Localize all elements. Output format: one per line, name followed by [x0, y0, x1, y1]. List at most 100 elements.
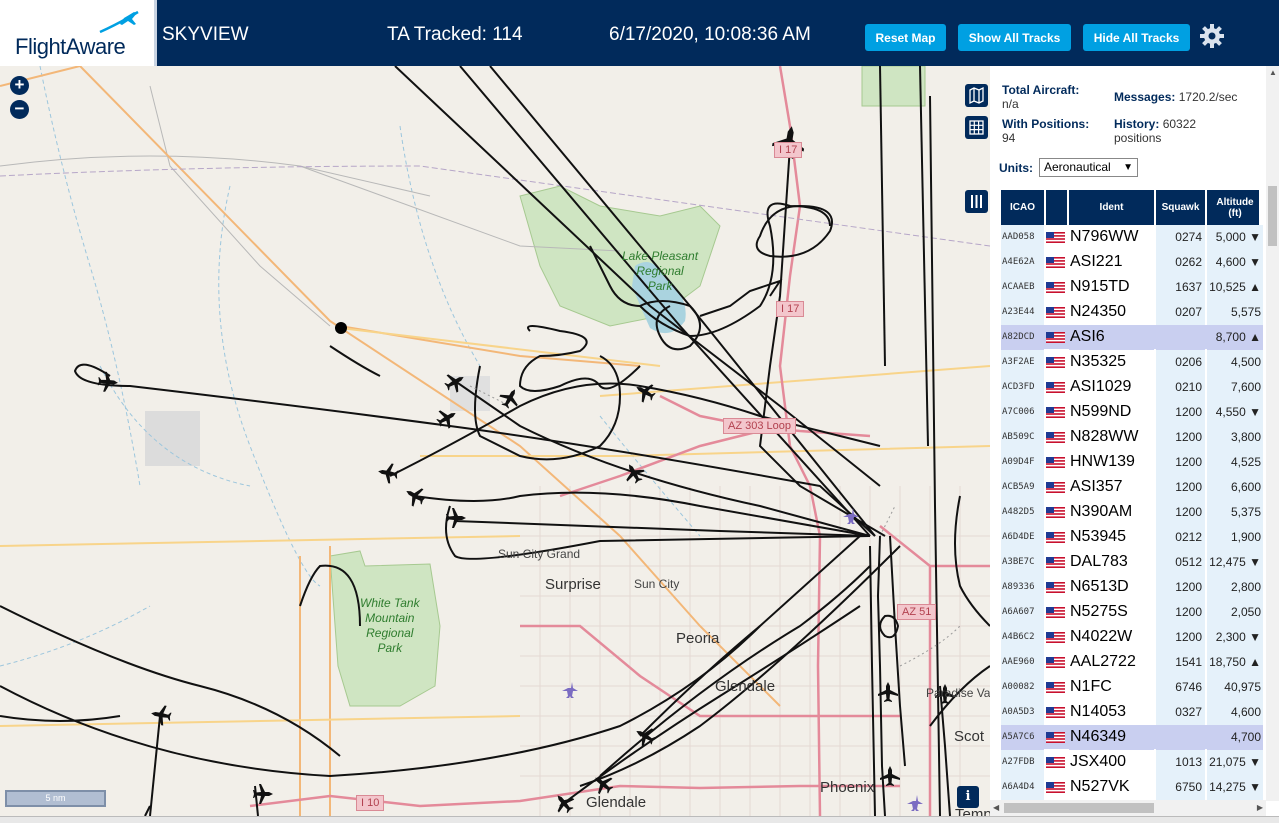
sidebar: Total Aircraft: n/a With Positions: 94 Mes… — [990, 66, 1279, 816]
aircraft-icon[interactable] — [149, 703, 173, 727]
aircraft-icon[interactable] — [97, 371, 119, 393]
table-row[interactable]: A3F2AE N35325 0206 4,500 — [1001, 350, 1263, 375]
table-row[interactable]: ACAAEB N915TD 1637 10,525 ▲ — [1001, 275, 1263, 300]
icao-cell: A5A7C6 — [1001, 725, 1044, 750]
table-row[interactable]: A82DCD ASI6 8,700 ▲ — [1001, 325, 1263, 350]
hide-all-tracks-button[interactable]: Hide All Tracks — [1083, 24, 1190, 51]
table-row[interactable]: A4E62A ASI221 0262 4,600 ▼ — [1001, 250, 1263, 275]
us-flag-icon — [1046, 507, 1065, 518]
aircraft-icon[interactable] — [631, 722, 659, 750]
grid-toggle-button[interactable] — [965, 116, 988, 139]
gear-icon[interactable] — [1198, 22, 1226, 50]
zoom-out-button[interactable]: − — [10, 100, 29, 119]
ident-cell: ASI357 — [1069, 475, 1154, 500]
ident-cell: N24350 — [1069, 300, 1154, 325]
horizontal-scrollbar[interactable]: ◀ ▶ — [990, 800, 1266, 816]
table-row[interactable]: A6D4DE N53945 0212 1,900 — [1001, 525, 1263, 550]
aircraft-icon[interactable] — [620, 459, 648, 487]
tracked-count: TA Tracked: 114 — [387, 24, 523, 45]
aircraft-icon[interactable] — [433, 404, 461, 432]
flag-cell — [1046, 675, 1067, 700]
aircraft-icon[interactable] — [441, 368, 469, 396]
table-row[interactable]: A7C006 N599ND 1200 4,550 ▼ — [1001, 400, 1263, 425]
flag-cell — [1046, 250, 1067, 275]
table-row[interactable]: A0A5D3 N14053 0327 4,600 — [1001, 700, 1263, 725]
icao-cell: AAE960 — [1001, 650, 1044, 675]
icao-cell: ACAAEB — [1001, 275, 1044, 300]
table-row[interactable]: ACD3FD ASI1029 0210 7,600 — [1001, 375, 1263, 400]
scroll-right-icon[interactable]: ▶ — [1257, 803, 1263, 812]
table-row[interactable]: A89336 N6513D 1200 2,800 — [1001, 575, 1263, 600]
table-row[interactable]: A23E44 N24350 0207 5,575 — [1001, 300, 1263, 325]
ident-cell: N6513D — [1069, 575, 1154, 600]
city-label: Paradise Vale — [926, 686, 990, 700]
us-flag-icon — [1046, 632, 1065, 643]
us-flag-icon — [1046, 432, 1065, 443]
squawk-cell: 6750 — [1156, 775, 1205, 800]
aircraft-icon[interactable] — [446, 508, 466, 528]
column-header-squawk[interactable]: Squawk — [1156, 190, 1207, 225]
aircraft-icon[interactable] — [496, 384, 524, 412]
table-row[interactable]: ACB5A9 ASI357 1200 6,600 — [1001, 475, 1263, 500]
table-row[interactable]: A3BE7C DAL783 0512 12,475 ▼ — [1001, 550, 1263, 575]
zoom-in-button[interactable]: + — [10, 76, 29, 95]
ident-cell: HNW139 — [1069, 450, 1154, 475]
scrollbar-thumb[interactable] — [1268, 186, 1277, 246]
show-all-tracks-button[interactable]: Show All Tracks — [958, 24, 1071, 51]
table-row[interactable]: A4B6C2 N4022W 1200 2,300 ▼ — [1001, 625, 1263, 650]
icao-cell: ACD3FD — [1001, 375, 1044, 400]
column-header-icao[interactable]: ICAO — [1001, 190, 1046, 225]
altitude-cell: 1,900 — [1207, 525, 1263, 550]
table-row[interactable]: A6A4D4 N527VK 6750 14,275 ▼ — [1001, 775, 1263, 800]
aircraft-icon[interactable] — [631, 378, 659, 406]
table-row[interactable]: AAE960 AAL2722 1541 18,750 ▲ — [1001, 650, 1263, 675]
map-layers-button[interactable] — [965, 84, 988, 107]
units-select[interactable]: Aeronautical ▼ — [1039, 158, 1138, 177]
scroll-up-icon[interactable]: ▲ — [1269, 68, 1277, 77]
aircraft-icon[interactable] — [401, 482, 429, 510]
table-row[interactable]: A09D4F HNW139 1200 4,525 — [1001, 450, 1263, 475]
reset-map-button[interactable]: Reset Map — [865, 24, 946, 51]
aircraft-icon[interactable] — [549, 788, 579, 816]
table-row[interactable]: AAD058 N796WW 0274 5,000 ▼ — [1001, 225, 1263, 250]
flag-cell — [1046, 725, 1067, 750]
flag-cell — [1046, 225, 1067, 250]
flag-cell — [1046, 550, 1067, 575]
squawk-cell — [1156, 325, 1205, 350]
ident-cell: N390AM — [1069, 500, 1154, 525]
info-button[interactable]: i — [957, 786, 979, 808]
table-row[interactable]: A00082 N1FC 6746 40,975 — [1001, 675, 1263, 700]
us-flag-icon — [1046, 582, 1065, 593]
table-row[interactable]: A27FDB JSX400 1013 21,075 ▼ — [1001, 750, 1263, 775]
table-row[interactable]: A5A7C6 N46349 4,700 — [1001, 725, 1263, 750]
city-label: Peoria — [676, 630, 720, 647]
columns-toggle-button[interactable] — [965, 190, 988, 213]
vertical-scrollbar[interactable]: ▲ — [1266, 66, 1279, 801]
aircraft-icon[interactable] — [253, 784, 273, 804]
icao-cell: AB509C — [1001, 425, 1044, 450]
aircraft-icon[interactable] — [880, 766, 900, 786]
park-label: White Tank Mountain Regional Park — [360, 596, 420, 655]
scroll-left-icon[interactable]: ◀ — [993, 803, 999, 812]
ident-cell: N14053 — [1069, 700, 1154, 725]
us-flag-icon — [1046, 732, 1065, 743]
map-canvas[interactable]: Lake Pleasant Regional Park White Tank M… — [0, 66, 990, 816]
squawk-cell: 0206 — [1156, 350, 1205, 375]
history-stat: History: 60322 positions — [1114, 117, 1197, 145]
icao-cell: A6A4D4 — [1001, 775, 1044, 800]
table-row[interactable]: A482D5 N390AM 1200 5,375 — [1001, 500, 1263, 525]
aircraft-icon[interactable] — [878, 682, 898, 702]
ident-cell: N5275S — [1069, 600, 1154, 625]
column-header-altitude[interactable]: Altitude (ft) — [1207, 190, 1265, 225]
squawk-cell: 0210 — [1156, 375, 1205, 400]
column-header-flag[interactable] — [1046, 190, 1069, 225]
scrollbar-thumb[interactable] — [1004, 803, 1154, 813]
table-row[interactable]: AB509C N828WW 1200 3,800 — [1001, 425, 1263, 450]
map-scale: 5 nm — [5, 790, 106, 807]
highway-shield: I 17 — [776, 301, 805, 317]
flightaware-logo[interactable]: FlightAware — [0, 0, 157, 66]
altitude-cell: 7,600 — [1207, 375, 1263, 400]
column-header-ident[interactable]: Ident — [1069, 190, 1156, 225]
table-row[interactable]: A6A607 N5275S 1200 2,050 — [1001, 600, 1263, 625]
aircraft-icon[interactable] — [376, 461, 400, 485]
